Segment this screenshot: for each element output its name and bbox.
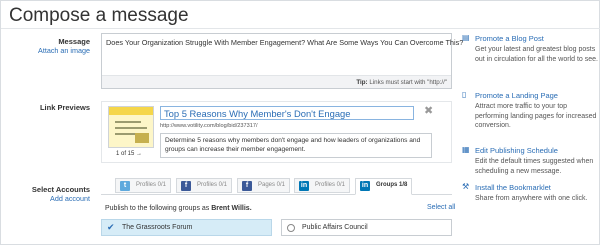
- close-icon[interactable]: ✖: [424, 104, 433, 117]
- message-text[interactable]: Does Your Organization Struggle With Mem…: [106, 38, 463, 47]
- add-account-link[interactable]: Add account: [50, 194, 90, 203]
- preview-description-input[interactable]: Determine 5 reasons why members don't en…: [160, 133, 432, 158]
- checkmark-icon: ✔: [107, 222, 115, 232]
- account-tabs: t Profiles 0/1 f Profiles 0/1 f Pages 0/…: [101, 175, 452, 195]
- link-previews-label: Link Previews: [39, 103, 90, 112]
- linkedin-icon: in: [299, 181, 309, 191]
- bookmarklet-icon: ⚒: [462, 182, 470, 191]
- publish-as-user: Brent Willis.: [211, 205, 252, 212]
- tab-label: Profiles 0/1: [197, 182, 228, 188]
- tab-linkedin-groups[interactable]: in Groups 1/8: [355, 178, 413, 195]
- edit-schedule-link[interactable]: ▦ Edit Publishing Schedule: [462, 145, 600, 155]
- sidebar-item-title[interactable]: Promote a Landing Page: [475, 91, 558, 100]
- preview-title-input[interactable]: Top 5 Reasons Why Member's Don't Engage: [160, 106, 414, 120]
- promote-landing-link[interactable]: ▯ Promote a Landing Page: [462, 90, 600, 100]
- sidebar-item-promote-landing: ▯ Promote a Landing Page Attract more tr…: [462, 90, 600, 131]
- preview-url: http://www.votility.com/blog/bid/237317/: [160, 123, 258, 129]
- sidebar-item-desc: Edit the default times suggested when sc…: [475, 158, 594, 175]
- tab-label: Profiles 0/1: [315, 182, 346, 188]
- preview-pager[interactable]: 1 of 15 →: [116, 151, 142, 157]
- tip-text: Links must start with "http://": [369, 79, 447, 86]
- select-all-link[interactable]: Select all: [427, 204, 455, 211]
- message-tip: Tip: Links must start with "http://": [102, 75, 451, 88]
- title-divider: [1, 28, 600, 29]
- select-accounts-label: Select Accounts: [31, 185, 90, 194]
- publish-to-text: Publish to the following groups as Brent…: [105, 205, 252, 212]
- install-bookmarklet-link[interactable]: ⚒ Install the Bookmarklet: [462, 182, 600, 192]
- publish-to-label: Publish to the following groups as: [105, 205, 210, 212]
- group-option-public-affairs-council[interactable]: Public Affairs Council: [281, 219, 452, 236]
- sidebar-item-promote-blog: ▤ Promote a Blog Post Get your latest an…: [462, 33, 600, 64]
- linkedin-icon: in: [360, 181, 370, 191]
- page-title: Compose a message: [9, 5, 189, 26]
- tip-label: Tip:: [356, 79, 368, 86]
- tab-twitter-profiles[interactable]: t Profiles 0/1: [115, 178, 172, 193]
- sidebar-item-desc: Share from anywhere with one click.: [475, 195, 588, 202]
- tab-label: Groups 1/8: [376, 182, 408, 188]
- promote-blog-link[interactable]: ▤ Promote a Blog Post: [462, 33, 600, 43]
- twitter-icon: t: [120, 181, 130, 191]
- tab-linkedin-profiles[interactable]: in Profiles 0/1: [294, 178, 351, 193]
- sidebar-item-title[interactable]: Promote a Blog Post: [475, 34, 544, 43]
- tab-label: Pages 0/1: [258, 182, 286, 188]
- compose-panel: Compose a message Message Attach an imag…: [0, 0, 600, 245]
- sidebar-item-title[interactable]: Edit Publishing Schedule: [475, 146, 558, 155]
- sidebar-item-edit-schedule: ▦ Edit Publishing Schedule Edit the defa…: [462, 145, 600, 176]
- group-name: The Grassroots Forum: [122, 224, 193, 231]
- facebook-icon: f: [181, 181, 191, 191]
- preview-thumbnail: [108, 106, 154, 148]
- blog-icon: ▤: [462, 33, 470, 42]
- message-textarea[interactable]: Does Your Organization Struggle With Mem…: [101, 33, 463, 89]
- calendar-icon: ▦: [462, 145, 470, 154]
- sidebar-item-desc: Get your latest and greatest blog posts …: [475, 46, 598, 63]
- attach-image-link[interactable]: Attach an image: [38, 46, 90, 55]
- sidebar-item-desc: Attract more traffic to your top perform…: [475, 103, 597, 129]
- tab-facebook-profiles[interactable]: f Profiles 0/1: [176, 178, 233, 193]
- sidebar-item-bookmarklet: ⚒ Install the Bookmarklet Share from any…: [462, 182, 600, 204]
- page-icon: ▯: [462, 90, 467, 99]
- tab-label: Profiles 0/1: [136, 182, 167, 188]
- message-label: Message: [58, 37, 90, 46]
- sidebar-item-title[interactable]: Install the Bookmarklet: [475, 183, 551, 192]
- link-preview: 1 of 15 → Top 5 Reasons Why Member's Don…: [101, 101, 452, 163]
- radio-icon: [287, 224, 295, 232]
- group-option-grassroots-forum[interactable]: ✔ The Grassroots Forum: [101, 219, 272, 236]
- tab-facebook-pages[interactable]: f Pages 0/1: [237, 178, 291, 193]
- group-name: Public Affairs Council: [302, 224, 368, 231]
- facebook-icon: f: [242, 181, 252, 191]
